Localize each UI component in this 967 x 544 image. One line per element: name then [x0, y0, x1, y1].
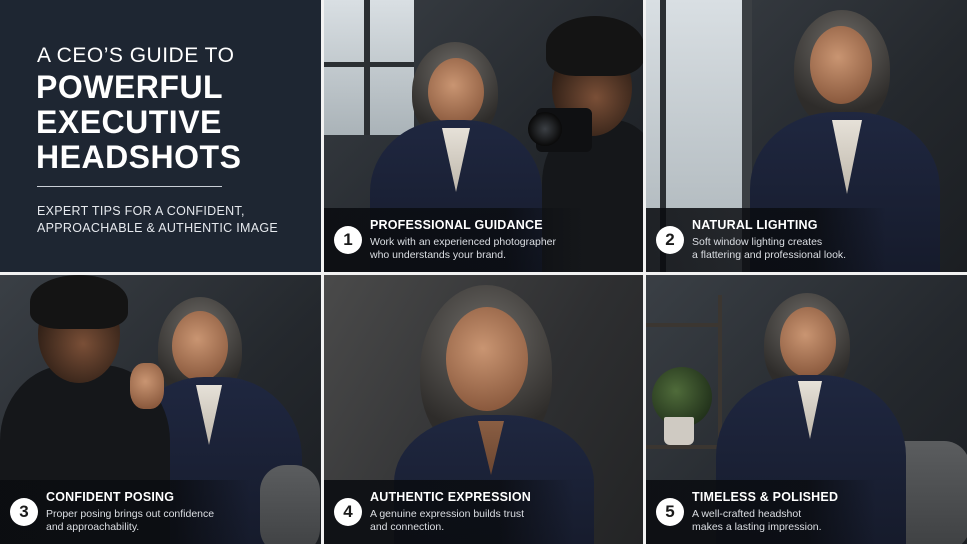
tip-number-badge: 1	[334, 226, 362, 254]
tip-card-2: 2 NATURAL LIGHTING Soft window lighting …	[646, 0, 967, 272]
title-intro: A CEO’S GUIDE TO	[37, 44, 235, 67]
title-main: POWERFUL EXECUTIVE HEADSHOTS	[36, 70, 241, 175]
tip-title: NATURAL LIGHTING	[692, 218, 818, 232]
subtitle: EXPERT TIPS FOR A CONFIDENT, APPROACHABL…	[37, 203, 278, 237]
tip-description: A genuine expression builds trust and co…	[370, 508, 525, 533]
title-line-headshots: HEADSHOTS	[36, 139, 242, 175]
tip-description: Proper posing brings out confidence and …	[46, 508, 215, 533]
tip-number-badge: 5	[656, 498, 684, 526]
tip-card-3: 3 CONFIDENT POSING Proper posing brings …	[0, 275, 321, 544]
tip-title: AUTHENTIC EXPRESSION	[370, 490, 531, 504]
tip-caption: 4 AUTHENTIC EXPRESSION A genuine express…	[324, 480, 574, 544]
tip-number-badge: 4	[334, 498, 362, 526]
subtitle-line-1: EXPERT TIPS FOR A CONFIDENT,	[37, 204, 245, 218]
tip-card-5: 5 TIMELESS & POLISHED A well-crafted hea…	[646, 275, 967, 544]
tip-caption: 1 PROFESSIONAL GUIDANCE Work with an exp…	[324, 208, 584, 272]
tip-title: PROFESSIONAL GUIDANCE	[370, 218, 543, 232]
tip-caption: 2 NATURAL LIGHTING Soft window lighting …	[646, 208, 886, 272]
tip-card-1: 1 PROFESSIONAL GUIDANCE Work with an exp…	[324, 0, 643, 272]
tip-description: Work with an experienced photographer wh…	[370, 236, 557, 261]
title-line-executive: EXECUTIVE	[36, 104, 222, 140]
tip-number-badge: 2	[656, 226, 684, 254]
tip-description: A well-crafted headshot makes a lasting …	[692, 508, 822, 533]
tip-caption: 3 CONFIDENT POSING Proper posing brings …	[0, 480, 250, 544]
title-divider	[37, 186, 222, 187]
tip-title: CONFIDENT POSING	[46, 490, 175, 504]
tip-number-badge: 3	[10, 498, 38, 526]
tip-caption: 5 TIMELESS & POLISHED A well-crafted hea…	[646, 480, 876, 544]
tip-description: Soft window lighting creates a flatterin…	[692, 236, 847, 261]
infographic-grid: A CEO’S GUIDE TO POWERFUL EXECUTIVE HEAD…	[0, 0, 967, 544]
title-line-powerful: POWERFUL	[36, 69, 224, 105]
title-panel: A CEO’S GUIDE TO POWERFUL EXECUTIVE HEAD…	[0, 0, 321, 272]
tip-card-4: 4 AUTHENTIC EXPRESSION A genuine express…	[324, 275, 643, 544]
tip-title: TIMELESS & POLISHED	[692, 490, 839, 504]
subtitle-line-2: APPROACHABLE & AUTHENTIC IMAGE	[37, 221, 278, 235]
